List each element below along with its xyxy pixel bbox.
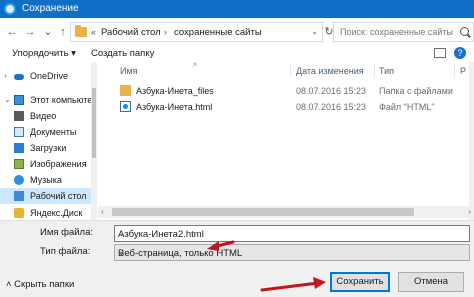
column-divider[interactable] <box>454 65 455 77</box>
filetype-select[interactable]: Веб-страница, только HTML ⌄ <box>114 244 470 261</box>
search-icon <box>460 27 469 36</box>
sidebar-item-downloads[interactable]: Загрузки <box>0 140 96 156</box>
sidebar-item-label: OneDrive <box>30 71 69 81</box>
file-name: Азбука-Инета_files <box>136 86 214 96</box>
file-list: ˄ Имя Дата изменения Тип Р Азбука-Инета_… <box>98 62 474 220</box>
breadcrumb-saved-sites[interactable]: сохраненные сайты <box>174 27 262 38</box>
sidebar-item-onedrive[interactable]: › OneDrive <box>0 68 96 84</box>
navigation-bar: ← → ⌄ ↑ « Рабочий стол › сохраненные сай… <box>0 18 474 46</box>
filetype-label: Тип файла: <box>40 246 91 257</box>
help-icon[interactable]: ? <box>454 47 466 59</box>
forward-arrow-icon[interactable]: → <box>24 25 36 39</box>
sidebar-item-music[interactable]: Музыка <box>0 172 96 188</box>
file-list-horizontal-scrollbar[interactable]: ‹ › <box>98 206 474 218</box>
folder-icon <box>120 85 131 96</box>
file-row[interactable]: Азбука-Инета.html 08.07.2016 15:23 Файл … <box>98 99 474 115</box>
chrome-icon <box>4 3 16 15</box>
filename-label: Имя файла: <box>40 227 94 238</box>
sidebar-item-documents[interactable]: Документы <box>0 124 96 140</box>
html-file-icon <box>120 101 131 112</box>
command-bar: Упорядочить ▾ Создать папку ? <box>0 46 474 62</box>
chevron-right-icon[interactable]: › <box>4 71 7 80</box>
breadcrumb-separator-icon: › <box>164 27 167 37</box>
sidebar-item-desktop[interactable]: Рабочий стол <box>0 188 96 204</box>
cloud-icon <box>14 74 24 80</box>
column-header-date[interactable]: Дата изменения <box>296 66 364 76</box>
column-header-name[interactable]: Имя <box>120 66 138 76</box>
sort-caret-icon: ˄ <box>193 62 198 69</box>
downloads-icon <box>14 143 24 153</box>
file-type: Папка с файлами <box>379 86 453 96</box>
chevron-down-icon[interactable]: ⌄ <box>118 229 465 238</box>
column-divider[interactable] <box>374 65 375 77</box>
sidebar-item-pictures[interactable]: Изображения <box>0 156 96 172</box>
search-placeholder: Поиск: сохраненные сайты <box>340 27 453 37</box>
chevron-down-icon[interactable]: ⌄ <box>311 27 318 36</box>
video-icon <box>14 111 24 121</box>
up-arrow-icon[interactable]: ↑ <box>57 25 69 39</box>
window-title: Сохранение <box>22 3 79 14</box>
file-date: 08.07.2016 15:23 <box>296 102 367 112</box>
music-icon <box>14 175 24 185</box>
scrollbar-thumb[interactable] <box>92 88 96 158</box>
filename-input[interactable]: Азбука-Инета2.html ⌄ <box>114 225 470 242</box>
column-divider[interactable] <box>290 65 291 77</box>
hide-folders-button[interactable]: ˄ Скрыть папки <box>6 279 74 290</box>
navigation-pane: › OneDrive ⌄ Этот компьютер Видео Докуме… <box>0 62 97 220</box>
sidebar-item-label: Яндекс.Диск <box>30 208 83 218</box>
file-row[interactable]: Азбука-Инета_files 08.07.2016 15:23 Папк… <box>98 83 474 99</box>
save-options-panel: Имя файла: Азбука-Инета2.html ⌄ Тип файл… <box>0 220 474 297</box>
new-folder-button[interactable]: Создать папку <box>91 48 154 59</box>
scroll-right-icon[interactable]: › <box>468 207 471 216</box>
file-name: Азбука-Инета.html <box>136 102 213 112</box>
file-type: Файл "HTML" <box>379 102 435 112</box>
sidebar-item-label: Музыка <box>30 175 62 185</box>
chevron-down-icon[interactable]: ⌄ <box>118 248 465 257</box>
breadcrumb-desktop[interactable]: Рабочий стол <box>101 27 161 38</box>
address-prefix-icon: « <box>91 27 97 37</box>
chevron-down-icon[interactable]: ⌄ <box>4 95 11 104</box>
search-input[interactable]: Поиск: сохраненные сайты <box>333 22 474 42</box>
column-header-type[interactable]: Тип <box>379 66 394 76</box>
title-bar: Сохранение <box>0 0 474 18</box>
scroll-left-icon[interactable]: ‹ <box>101 207 104 216</box>
recent-dropdown-icon[interactable]: ⌄ <box>42 25 54 39</box>
sidebar-item-video[interactable]: Видео <box>0 108 96 124</box>
file-list-vertical-scrollbar[interactable] <box>469 62 474 220</box>
scrollbar-thumb[interactable] <box>112 208 414 216</box>
navigation-pane-scrollbar[interactable] <box>91 62 97 220</box>
sidebar-item-label: Документы <box>30 127 77 137</box>
save-button[interactable]: Сохранить <box>330 272 390 292</box>
cancel-button[interactable]: Отмена <box>398 272 464 292</box>
sidebar-item-label: Загрузки <box>30 143 67 153</box>
sidebar-item-label: Видео <box>30 111 57 121</box>
sidebar-item-label: Изображения <box>30 159 87 169</box>
back-arrow-icon[interactable]: ← <box>6 25 18 39</box>
organize-menu-button[interactable]: Упорядочить ▾ <box>12 48 76 59</box>
folder-icon <box>75 25 87 37</box>
address-bar[interactable]: « Рабочий стол › сохраненные сайты ⌄ <box>70 22 323 42</box>
column-header-size[interactable]: Р <box>460 66 466 76</box>
sidebar-item-yandex-disk[interactable]: Яндекс.Диск <box>0 205 96 220</box>
desktop-icon <box>14 191 24 201</box>
sidebar-item-this-pc[interactable]: ⌄ Этот компьютер <box>0 92 96 108</box>
computer-icon <box>14 95 24 105</box>
documents-icon <box>14 127 24 137</box>
sidebar-item-label: Рабочий стол <box>30 191 87 201</box>
view-options-icon[interactable] <box>434 48 446 58</box>
pictures-icon <box>14 159 24 169</box>
file-date: 08.07.2016 15:23 <box>296 86 367 96</box>
yandex-disk-icon <box>14 208 24 218</box>
sidebar-item-label: Этот компьютер <box>30 95 97 105</box>
